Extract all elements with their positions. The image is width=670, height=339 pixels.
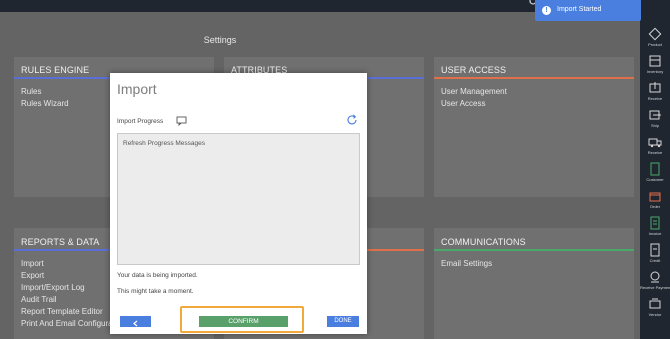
info-icon: ! <box>542 6 551 15</box>
confirm-highlight-box <box>180 306 304 333</box>
done-button[interactable]: DONE <box>327 316 359 327</box>
user-access-title: USER ACCESS <box>441 65 507 75</box>
toast-text: Import Started <box>557 6 602 13</box>
sidebar-item-credit[interactable]: Credit <box>640 241 670 267</box>
modal-title: Import <box>117 81 157 97</box>
inventory-icon <box>649 55 661 67</box>
sidebar-item-inventory[interactable]: Inventory <box>640 52 670 78</box>
payment-icon <box>650 271 660 283</box>
import-export-log-link[interactable]: Import/Export Log <box>21 283 85 292</box>
refresh-icon[interactable] <box>346 114 358 126</box>
import-started-toast[interactable]: ! Import Started <box>535 0 641 21</box>
sidebar-item-label: Vendor <box>648 312 662 317</box>
sidebar-item-ship[interactable]: Ship <box>640 106 670 132</box>
sidebar-item-label: Receive <box>647 96 663 101</box>
import-link[interactable]: Import <box>21 259 44 268</box>
sidebar-item-receive-truck[interactable]: Receive <box>640 133 670 159</box>
sidebar-item-vendor[interactable]: Vendor <box>640 295 670 321</box>
sidebar-item-label: Inventory <box>646 69 664 74</box>
communications-accent <box>434 249 634 251</box>
back-button[interactable] <box>120 316 151 327</box>
right-sidebar: Product Inventory Receive Ship Receive C… <box>640 12 670 339</box>
receive-icon <box>649 82 661 93</box>
truck-icon <box>648 138 662 148</box>
progress-messages-placeholder: Refresh Progress Messages <box>123 140 206 147</box>
sidebar-item-label: Receive <box>647 150 663 155</box>
print-email-config-link[interactable]: Print And Email Configurati <box>21 319 117 328</box>
rules-engine-title: RULES ENGINE <box>21 65 90 75</box>
user-access-link[interactable]: User Access <box>441 99 485 108</box>
status-text-wait: This might take a moment. <box>117 288 194 295</box>
user-access-card: USER ACCESS User Management User Access <box>434 57 634 197</box>
order-icon <box>649 192 661 202</box>
vendor-icon <box>649 298 661 309</box>
audit-trail-link[interactable]: Audit Trail <box>21 295 57 304</box>
ship-icon <box>649 110 661 120</box>
sidebar-item-label: Order <box>649 204 661 209</box>
invoice-icon <box>650 216 660 230</box>
report-template-editor-link[interactable]: Report Template Editor <box>21 307 103 316</box>
sidebar-item-label: Ship <box>650 123 659 128</box>
rules-link[interactable]: Rules <box>21 87 41 96</box>
sidebar-item-invoice[interactable]: Invoice <box>640 214 670 240</box>
export-link[interactable]: Export <box>21 271 44 280</box>
communications-title: COMMUNICATIONS <box>441 237 526 247</box>
credit-icon <box>650 243 660 257</box>
customer-icon <box>650 162 660 176</box>
sidebar-item-label: Product <box>648 42 662 47</box>
sidebar-item-product[interactable]: Product <box>640 25 670 51</box>
sidebar-item-customer[interactable]: Customer <box>640 160 670 186</box>
page-title: Settings <box>203 35 237 45</box>
chevron-left-icon <box>133 320 138 327</box>
sidebar-item-label: Invoice <box>648 231 662 236</box>
message-icon[interactable] <box>176 116 187 126</box>
communications-card: COMMUNICATIONS Email Settings <box>434 228 634 339</box>
sidebar-item-label: Receive Paymen <box>640 285 670 290</box>
email-settings-link[interactable]: Email Settings <box>441 259 492 268</box>
status-text-importing: Your data is being imported. <box>117 272 198 279</box>
user-management-link[interactable]: User Management <box>441 87 507 96</box>
rules-wizard-link[interactable]: Rules Wizard <box>21 99 69 108</box>
user-access-accent <box>434 77 634 79</box>
sidebar-item-receive-payment[interactable]: Receive Paymen <box>640 268 670 294</box>
progress-messages-box[interactable]: Refresh Progress Messages <box>117 133 360 265</box>
sidebar-item-order[interactable]: Order <box>640 187 670 213</box>
sidebar-item-receive[interactable]: Receive <box>640 79 670 105</box>
sidebar-item-label: Customer <box>646 177 664 182</box>
product-icon <box>648 27 662 41</box>
sidebar-item-label: Credit <box>649 258 661 263</box>
import-progress-label: Import Progress <box>117 118 164 125</box>
reports-data-title: REPORTS & DATA <box>21 237 100 247</box>
import-modal: Import Import Progress Refresh Progress … <box>110 73 367 334</box>
